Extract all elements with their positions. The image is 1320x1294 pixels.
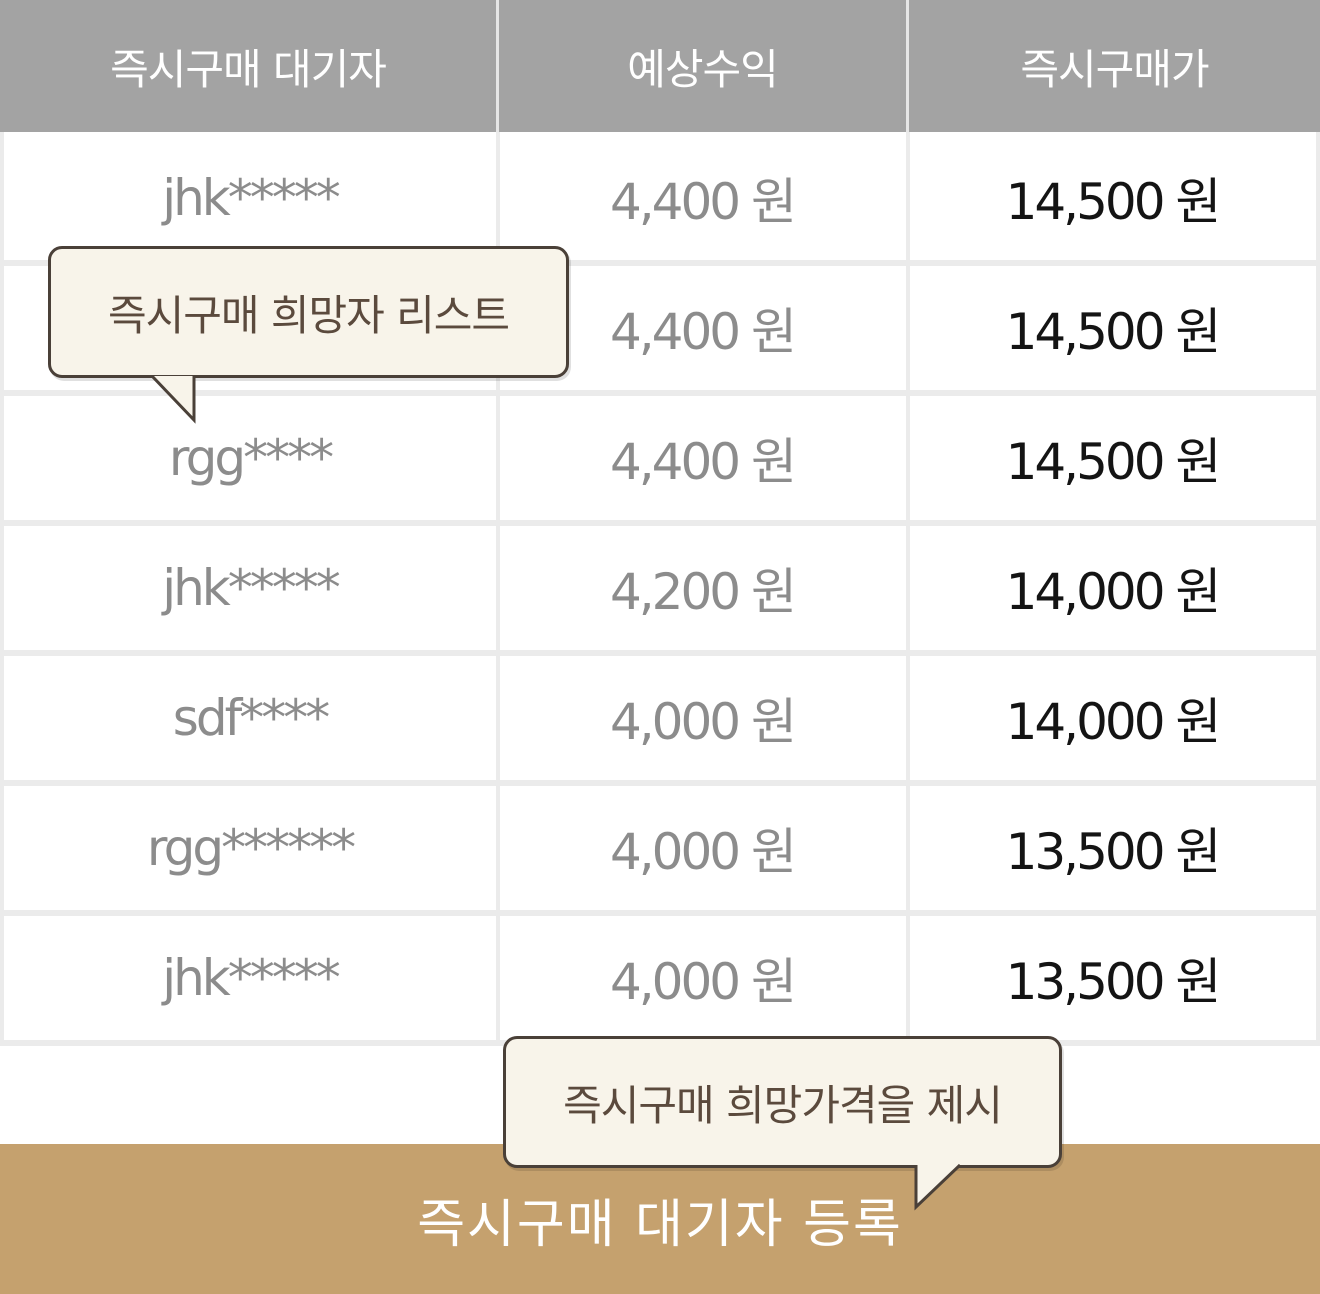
expected-profit: 4,400 원	[609, 173, 797, 231]
expected-profit: 4,400 원	[609, 433, 797, 491]
table-row: rgg****** 4,000 원 13,500 원	[0, 786, 1320, 910]
column-divider	[906, 132, 910, 1046]
tooltip-wishlist: 즉시구매 희망자 리스트	[48, 246, 569, 378]
buy-price: 14,000 원	[1005, 693, 1222, 751]
waiting-user-id: rgg******	[146, 819, 356, 877]
table-row: jhk***** 4,400 원 14,500 원	[0, 136, 1320, 260]
waiting-user-id: jhk*****	[162, 949, 341, 1007]
tooltip-wishlist-text: 즉시구매 희망자 리스트	[107, 290, 510, 340]
table-header: 즉시구매 대기자 예상수익 즉시구매가	[0, 0, 1320, 132]
header-buy-price: 즉시구매가	[1020, 44, 1209, 94]
waitlist-screen: 즉시구매 대기자 예상수익 즉시구매가 jhk***** 4,400 원 14,50…	[0, 0, 1320, 1294]
register-button-label: 즉시구매 대기자 등록	[417, 1194, 903, 1255]
tooltip-wishlist-tail	[150, 374, 196, 424]
waiting-user-id: sdf****	[172, 689, 330, 747]
table-row: sdf**** 4,000 원 14,000 원	[0, 656, 1320, 780]
buy-price: 14,500 원	[1005, 433, 1222, 491]
expected-profit: 4,200 원	[609, 563, 797, 621]
buy-price: 13,500 원	[1005, 823, 1222, 881]
waiting-user-id: jhk*****	[162, 169, 341, 227]
waiting-user-id: jhk*****	[162, 559, 341, 617]
buy-price: 14,000 원	[1005, 563, 1222, 621]
header-expected-profit: 예상수익	[627, 44, 779, 94]
header-waiting-user: 즉시구매 대기자	[110, 44, 387, 94]
buy-price: 14,500 원	[1005, 303, 1222, 361]
tooltip-offer-price: 즉시구매 희망가격을 제시	[503, 1036, 1062, 1168]
table-row: jhk***** 4,000 원 13,500 원	[0, 916, 1320, 1040]
expected-profit: 4,000 원	[609, 953, 797, 1011]
tooltip-offer-price-tail	[914, 1163, 962, 1211]
column-divider	[1316, 132, 1320, 1046]
buy-price: 14,500 원	[1005, 173, 1222, 231]
buy-price: 13,500 원	[1005, 953, 1222, 1011]
expected-profit: 4,000 원	[609, 693, 797, 751]
tooltip-offer-price-text: 즉시구매 희망가격을 제시	[563, 1080, 1003, 1130]
column-divider	[0, 132, 4, 1046]
expected-profit: 4,000 원	[609, 823, 797, 881]
waiting-user-id: rgg****	[168, 429, 334, 487]
table-row: jhk***** 4,200 원 14,000 원	[0, 526, 1320, 650]
